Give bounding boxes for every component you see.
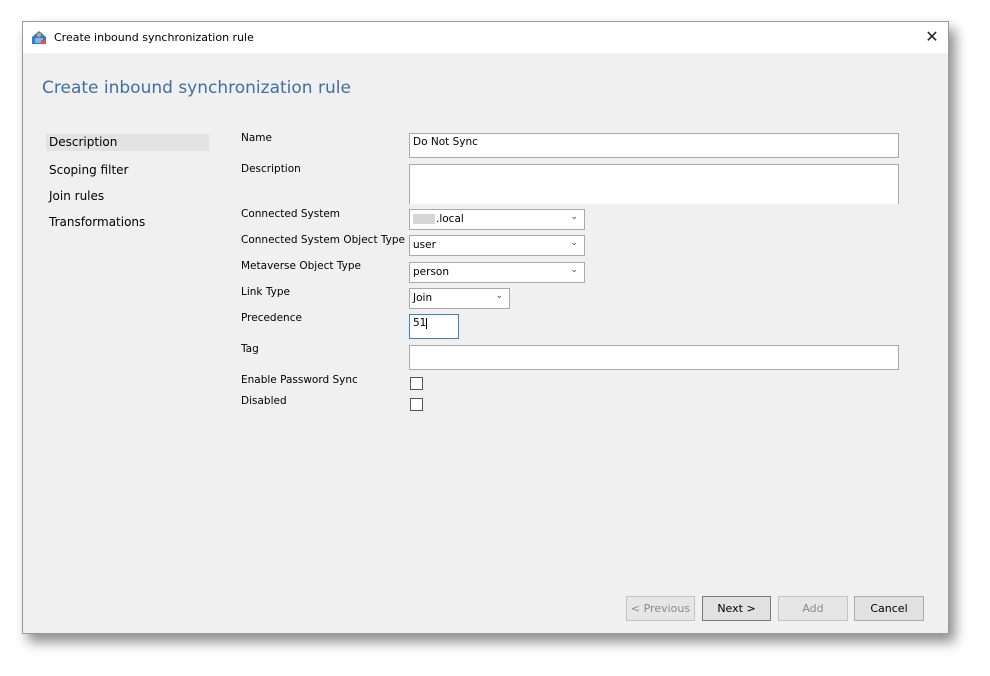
description-input[interactable] [409, 164, 899, 204]
connected-system-value: .local [436, 213, 464, 225]
wizard-nav: Description Scoping filter Join rules Tr… [46, 134, 209, 238]
redacted-block [413, 214, 435, 224]
tag-input[interactable] [409, 345, 899, 370]
chevron-down-icon: ⌄ [570, 265, 578, 275]
name-label: Name [241, 132, 272, 144]
close-icon: ✕ [925, 27, 939, 46]
nav-item-join-rules[interactable]: Join rules [46, 186, 209, 212]
dialog-client-area: Create inbound synchronization rule Desc… [23, 53, 948, 633]
mv-object-type-select[interactable]: person ⌄ [409, 262, 585, 283]
name-value: Do Not Sync [413, 136, 478, 148]
chevron-down-icon: ⌄ [570, 212, 578, 222]
mv-object-type-value: person [413, 266, 449, 278]
chevron-down-icon: ⌄ [495, 291, 503, 301]
previous-button[interactable]: < Previous [626, 596, 695, 621]
add-button[interactable]: Add [778, 596, 848, 621]
connected-system-label: Connected System [241, 208, 341, 220]
cs-object-type-value: user [413, 239, 436, 251]
close-button[interactable]: ✕ [920, 25, 944, 49]
nav-item-scoping-filter[interactable]: Scoping filter [46, 160, 209, 186]
mv-object-type-label: Metaverse Object Type [241, 260, 361, 272]
enable-password-sync-label: Enable Password Sync [241, 374, 358, 386]
disabled-checkbox[interactable] [410, 398, 423, 411]
cancel-button[interactable]: Cancel [854, 596, 924, 621]
cs-object-type-label: Connected System Object Type [241, 234, 406, 246]
precedence-input[interactable]: 51 [409, 314, 459, 339]
link-type-select[interactable]: Join ⌄ [409, 288, 510, 309]
app-icon [31, 29, 47, 45]
name-input[interactable]: Do Not Sync [409, 133, 899, 158]
precedence-label: Precedence [241, 312, 302, 324]
window-title: Create inbound synchronization rule [54, 31, 254, 44]
text-caret [426, 317, 428, 329]
description-label: Description [241, 163, 301, 175]
nav-item-description[interactable]: Description [46, 134, 209, 151]
next-button[interactable]: Next > [702, 596, 771, 621]
tag-label: Tag [241, 343, 259, 355]
dialog-window: Create inbound synchronization rule ✕ Cr… [22, 21, 949, 634]
chevron-down-icon: ⌄ [570, 238, 578, 248]
cs-object-type-select[interactable]: user ⌄ [409, 235, 585, 256]
disabled-label: Disabled [241, 395, 287, 407]
page-title: Create inbound synchronization rule [42, 78, 351, 98]
link-type-value: Join [413, 292, 433, 304]
title-bar: Create inbound synchronization rule ✕ [23, 22, 948, 53]
connected-system-select[interactable]: .local ⌄ [409, 209, 585, 230]
enable-password-sync-checkbox[interactable] [410, 377, 423, 390]
link-type-label: Link Type [241, 286, 290, 298]
precedence-value: 51 [413, 317, 427, 329]
nav-item-transformations[interactable]: Transformations [46, 212, 209, 238]
